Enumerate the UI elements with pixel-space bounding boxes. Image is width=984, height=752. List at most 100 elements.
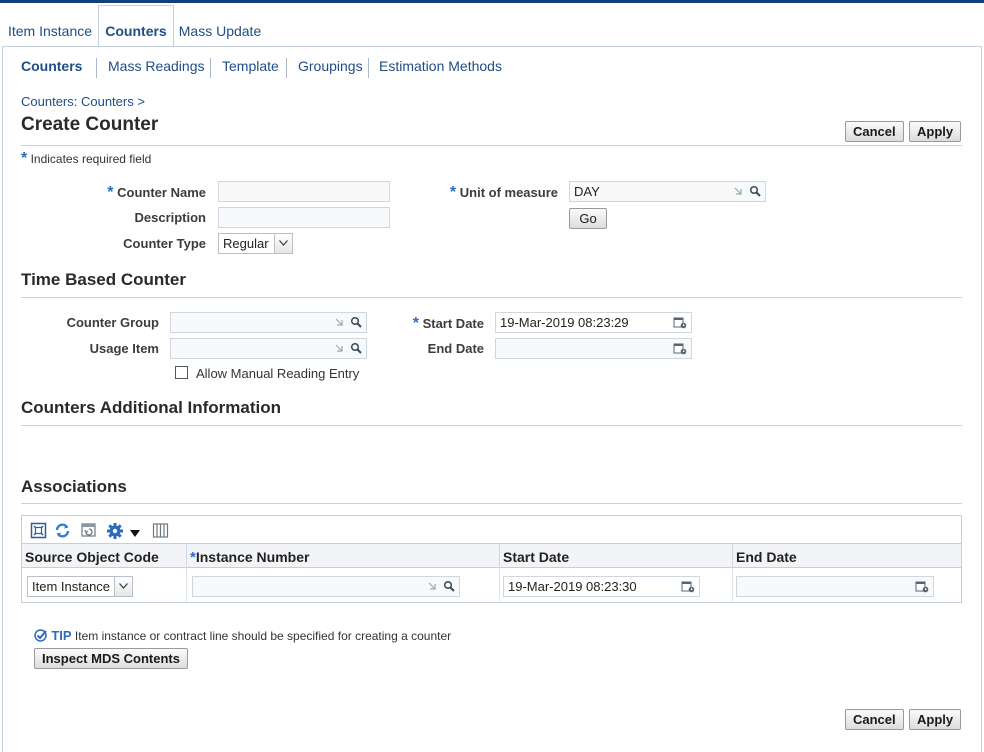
required-star-icon: *	[412, 315, 419, 332]
subtab-groupings[interactable]: Groupings	[298, 58, 363, 74]
instance-number-field[interactable]	[192, 576, 460, 597]
table-cell: 19-Mar-2019 08:23:30	[499, 569, 732, 602]
column-header-instance-number[interactable]: *Instance Number	[186, 544, 499, 569]
search-icon[interactable]	[749, 185, 761, 197]
uom-label: * Unit of measure	[450, 184, 558, 202]
calendar-icon[interactable]	[673, 342, 687, 355]
subtab-separator	[96, 58, 97, 78]
detach-icon	[335, 318, 343, 326]
association-start-date-icons	[681, 580, 695, 593]
uom-icons	[733, 185, 761, 197]
column-header-instance-number-text: Instance Number	[195, 549, 310, 565]
go-button[interactable]: Go	[569, 208, 607, 229]
search-icon[interactable]	[350, 316, 362, 328]
description-field[interactable]	[218, 207, 390, 228]
start-date-label: * Start Date	[413, 315, 484, 333]
source-object-code-value: Item Instance	[32, 579, 111, 594]
column-header-start-date[interactable]: Start Date	[499, 544, 732, 569]
association-end-date-field[interactable]	[736, 576, 934, 597]
subtab-separator	[286, 58, 287, 78]
counter-name-field[interactable]	[218, 181, 390, 202]
column-header-end-date[interactable]: End Date	[732, 544, 961, 569]
breadcrumb[interactable]: Counters: Counters >	[21, 94, 145, 109]
usage-item-label: Usage Item	[89, 341, 159, 356]
chevron-down-icon[interactable]	[130, 526, 140, 541]
apply-button[interactable]: Apply	[909, 709, 962, 730]
chevron-down-icon	[114, 577, 132, 596]
tab-counters[interactable]: Counters	[98, 5, 174, 47]
detach-table-icon[interactable]	[30, 522, 47, 542]
subtab-separator	[368, 58, 369, 78]
calendar-icon[interactable]	[681, 580, 695, 593]
reset-view-icon[interactable]	[80, 522, 97, 542]
calendar-icon[interactable]	[915, 580, 929, 593]
table-cell: Item Instance	[22, 569, 186, 602]
section-rule	[21, 503, 962, 504]
search-icon[interactable]	[350, 342, 362, 354]
tab-item-instance[interactable]: Item Instance	[2, 5, 98, 47]
section-rule	[21, 425, 962, 426]
required-star-icon: *	[21, 150, 28, 167]
uom-field[interactable]: DAY	[569, 181, 766, 202]
search-icon[interactable]	[443, 580, 455, 592]
association-start-date-value: 19-Mar-2019 08:23:30	[508, 579, 637, 594]
column-header-source-object-code[interactable]: Source Object Code	[22, 544, 186, 569]
associations-table: Source Object Code *Instance Number Star…	[21, 515, 962, 603]
start-date-field[interactable]: 19-Mar-2019 08:23:29	[495, 312, 692, 333]
tab-mass-update[interactable]: Mass Update	[174, 5, 266, 47]
associations-title: Associations	[21, 477, 127, 496]
usage-item-icons	[334, 342, 362, 354]
subtab-template[interactable]: Template	[222, 58, 279, 74]
usage-item-field[interactable]	[170, 338, 367, 359]
required-note-text: Indicates required field	[30, 152, 152, 166]
page-title: Create Counter	[21, 114, 159, 135]
gear-icon[interactable]	[106, 522, 124, 543]
cancel-button[interactable]: Cancel	[845, 121, 904, 142]
counter-name-label-text: Counter Name	[117, 185, 206, 200]
counter-group-label: Counter Group	[66, 315, 159, 330]
instance-number-icons	[427, 580, 455, 592]
start-date-label-text: Start Date	[422, 316, 484, 331]
counter-group-field[interactable]	[170, 312, 367, 333]
subtab-estimation-methods[interactable]: Estimation Methods	[379, 58, 502, 74]
apply-button[interactable]: Apply	[909, 121, 962, 142]
required-star-icon: *	[449, 184, 457, 201]
tip: TIP Item instance or contract line shoul…	[34, 628, 451, 643]
subtab-counters[interactable]: Counters	[21, 58, 82, 74]
title-rule	[21, 145, 962, 146]
detach-icon	[335, 344, 343, 352]
uom-label-text: Unit of measure	[459, 185, 558, 200]
subtab-mass-readings[interactable]: Mass Readings	[108, 58, 205, 74]
end-date-field[interactable]	[495, 338, 692, 359]
allow-manual-reading-label: Allow Manual Reading Entry	[196, 366, 360, 381]
time-based-counter-title: Time Based Counter	[21, 270, 187, 289]
calendar-icon[interactable]	[673, 316, 687, 329]
counter-type-value: Regular	[223, 236, 269, 251]
tip-text: Item instance or contract line should be…	[74, 629, 452, 643]
counter-type-select[interactable]: Regular	[218, 233, 293, 254]
columns-icon[interactable]	[152, 522, 169, 542]
counter-name-label: * Counter Name	[107, 184, 206, 202]
description-label: Description	[134, 210, 206, 225]
start-date-value: 19-Mar-2019 08:23:29	[500, 315, 629, 330]
start-date-icons	[673, 316, 687, 329]
end-date-label: End Date	[427, 341, 484, 356]
association-start-date-field[interactable]: 19-Mar-2019 08:23:30	[503, 576, 700, 597]
end-date-icons	[673, 342, 687, 355]
additional-info-title: Counters Additional Information	[21, 398, 282, 417]
required-star-icon: *	[107, 184, 114, 201]
inspect-mds-contents-button[interactable]: Inspect MDS Contents	[34, 648, 188, 669]
refresh-icon[interactable]	[54, 522, 71, 542]
detach-icon	[428, 582, 436, 590]
table-header: Source Object Code *Instance Number Star…	[22, 543, 961, 569]
association-end-date-icons	[915, 580, 929, 593]
detach-icon	[734, 187, 742, 195]
section-rule	[21, 297, 962, 298]
chevron-down-icon	[274, 234, 292, 253]
allow-manual-reading-checkbox[interactable]	[175, 366, 188, 379]
table-cell	[732, 569, 961, 602]
tip-check-icon	[34, 629, 47, 642]
cancel-button[interactable]: Cancel	[845, 709, 904, 730]
table-cell	[186, 569, 499, 602]
source-object-code-select[interactable]: Item Instance	[27, 576, 133, 597]
